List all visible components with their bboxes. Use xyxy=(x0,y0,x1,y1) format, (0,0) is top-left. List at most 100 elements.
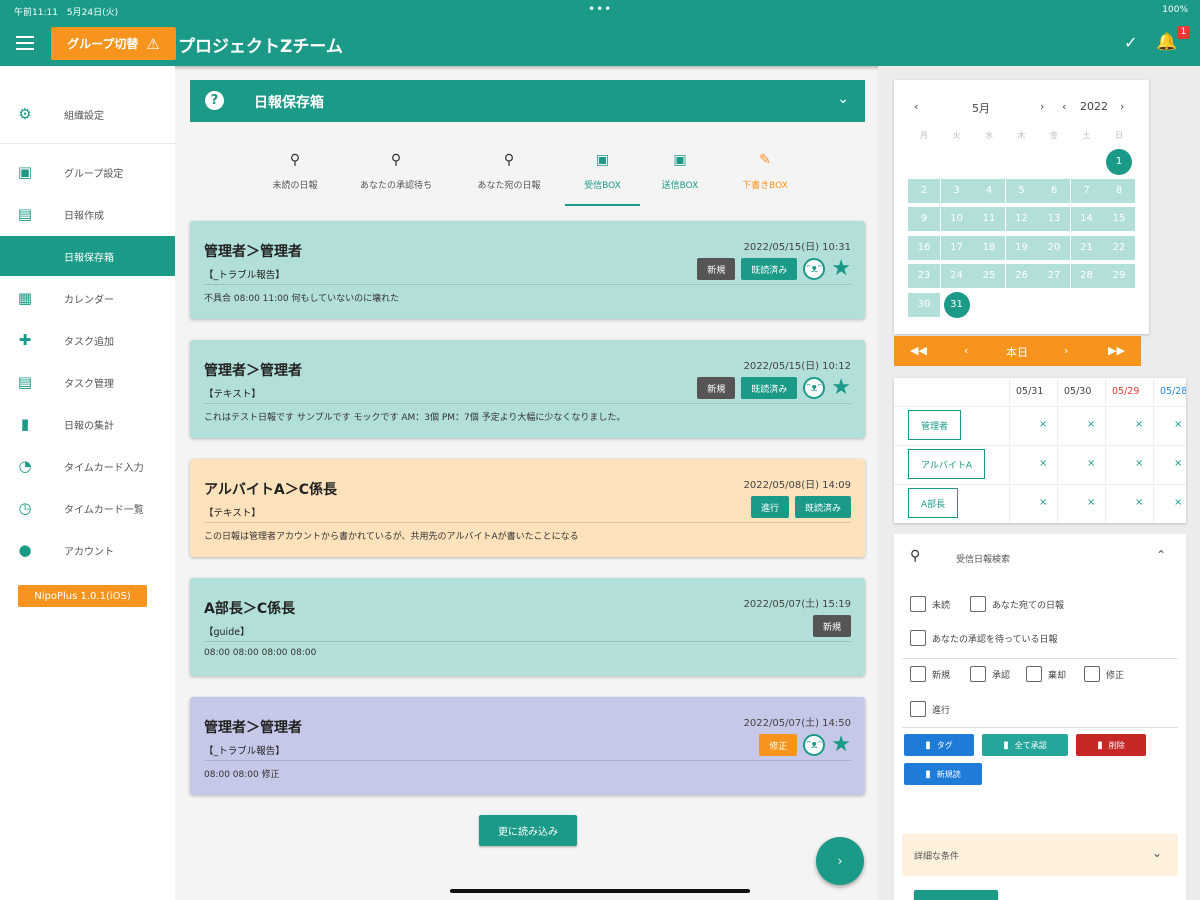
group-switch-button[interactable]: グループ切替 ⚠ xyxy=(51,27,176,60)
sidebar-item-add-task[interactable]: ✚ タスク追加 xyxy=(0,320,175,360)
table-cell[interactable]: × xyxy=(1039,458,1047,469)
calendar-day[interactable]: 20 xyxy=(1038,235,1070,260)
calendar-day[interactable]: 2 xyxy=(908,178,940,203)
tag-button[interactable]: ▮ タグ xyxy=(904,734,974,756)
delete-button[interactable]: ▮ 削除 xyxy=(1076,734,1146,756)
person-button[interactable]: アルバイトA xyxy=(908,449,986,479)
calendar-day[interactable]: 3 xyxy=(940,178,973,203)
checkbox[interactable] xyxy=(1026,666,1042,682)
approve-all-button[interactable]: ▮ 全て承認 xyxy=(982,734,1068,756)
calendar-day[interactable]: 23 xyxy=(908,264,940,288)
menu-icon[interactable] xyxy=(16,36,34,50)
sidebar-item-report-box[interactable]: 日報保存箱 xyxy=(0,236,175,276)
multitask-dots[interactable]: ••• xyxy=(588,2,612,16)
face-icon[interactable]: ᵔᴥᵔ xyxy=(803,734,826,756)
calendar-day[interactable]: 17 xyxy=(940,235,973,260)
calendar-day[interactable]: 11 xyxy=(973,207,1005,231)
sidebar-item-account[interactable]: ● アカウント xyxy=(0,530,175,570)
tab-awaiting-approval[interactable]: ⚲ あなたの承認待ち xyxy=(350,148,442,206)
table-cell[interactable]: × xyxy=(1135,497,1143,508)
search-panel-header[interactable]: ⚲ 受信日報検索 ⌃ xyxy=(894,534,1186,580)
tab-unread[interactable]: ⚲ 未読の日報 xyxy=(250,148,340,206)
star-icon[interactable]: ★ xyxy=(831,377,851,399)
calendar-day[interactable]: 12 xyxy=(1005,207,1038,231)
first-page-icon[interactable]: ◀◀ xyxy=(910,344,927,357)
table-cell[interactable]: × xyxy=(1039,419,1047,430)
person-button[interactable]: 管理者 xyxy=(908,410,962,440)
sidebar-item-timecard-list[interactable]: ◷ タイムカード一覧 xyxy=(0,488,175,528)
calendar-day[interactable]: 16 xyxy=(908,235,940,260)
calendar-day[interactable]: 7 xyxy=(1070,178,1103,203)
checkbox[interactable] xyxy=(1084,666,1100,682)
face-icon[interactable]: ᵔᴥᵔ xyxy=(803,377,826,399)
calendar-day[interactable]: 6 xyxy=(1038,178,1070,203)
report-card[interactable]: 管理者＞管理者 【テキスト】 これはテスト日報です サンプルです モックです A… xyxy=(190,340,865,438)
calendar-day[interactable]: 26 xyxy=(1005,264,1038,288)
help-icon[interactable]: ? xyxy=(205,91,224,110)
table-cell[interactable]: × xyxy=(1039,497,1047,508)
load-more-button[interactable]: 更に読み込み xyxy=(479,815,577,846)
last-page-icon[interactable]: ▶▶ xyxy=(1108,344,1125,357)
next-page-icon[interactable]: › xyxy=(1064,344,1068,357)
table-cell[interactable]: × xyxy=(1135,419,1143,430)
report-card[interactable]: 管理者＞管理者 【_トラブル報告】 08:00 08:00 修正 2022/05… xyxy=(190,697,865,795)
tab-outbox[interactable]: ▣ 送信BOX xyxy=(640,148,720,206)
calendar-day[interactable]: 4 xyxy=(973,178,1005,203)
checkbox-awaiting[interactable]: あなたの承認を待っている日報 xyxy=(910,630,1058,646)
table-cell[interactable]: × xyxy=(1174,458,1182,469)
calendar-day[interactable]: 29 xyxy=(1103,264,1135,288)
tab-addressed-to-you[interactable]: ⚲ あなた宛の日報 xyxy=(464,148,554,206)
tab-inbox[interactable]: ▣ 受信BOX xyxy=(565,148,640,206)
table-cell[interactable]: × xyxy=(1174,497,1182,508)
report-box-header[interactable]: ? 日報保存箱 ⌄ xyxy=(190,80,865,122)
face-icon[interactable]: ᵔᴥᵔ xyxy=(803,258,826,280)
sidebar-item-task-management[interactable]: ▤ タスク管理 xyxy=(0,362,175,402)
prev-month-icon[interactable]: ‹ xyxy=(914,100,918,113)
checkbox-approved[interactable]: 承認 xyxy=(970,666,1010,682)
checkbox[interactable] xyxy=(910,701,926,717)
sidebar-item-timecard-input[interactable]: ◔ タイムカード入力 xyxy=(0,446,175,486)
calendar-day[interactable]: 21 xyxy=(1070,235,1103,260)
checkbox[interactable] xyxy=(910,666,926,682)
calendar-day[interactable]: 5 xyxy=(1005,178,1038,203)
calendar-day[interactable]: 27 xyxy=(1038,264,1070,288)
calendar-day[interactable]: 18 xyxy=(973,235,1005,260)
calendar-day[interactable]: 8 xyxy=(1103,178,1135,203)
prev-year-icon[interactable]: ‹ xyxy=(1062,100,1066,113)
report-card[interactable]: アルバイトA＞C係長 【テキスト】 この日報は管理者アカウントから書かれているが… xyxy=(190,459,865,557)
new-read-button[interactable]: ▮ 新規読 xyxy=(904,763,982,785)
calendar-day[interactable]: 9 xyxy=(908,207,940,231)
calendar-day[interactable]: 1 xyxy=(1106,149,1132,175)
checkbox-rejected[interactable]: 棄却 xyxy=(1026,666,1066,682)
advanced-conditions[interactable]: 詳細な条件 ⌄ xyxy=(902,834,1178,876)
check-icon[interactable]: ✓ xyxy=(1124,33,1137,52)
table-cell[interactable]: × xyxy=(1087,419,1095,430)
today-button[interactable]: 本日 xyxy=(1006,344,1028,360)
calendar-day[interactable]: 31 xyxy=(943,291,970,318)
checkbox-revision[interactable]: 修正 xyxy=(1084,666,1124,682)
prev-page-icon[interactable]: ‹ xyxy=(964,344,968,357)
sidebar-item-org-settings[interactable]: ⚙ 組織設定 xyxy=(0,94,175,134)
calendar-day[interactable]: 22 xyxy=(1103,235,1135,260)
checkbox[interactable] xyxy=(910,596,926,612)
fab-next-button[interactable]: › xyxy=(816,837,864,885)
calendar-day[interactable]: 30 xyxy=(908,292,940,317)
checkbox-in-progress[interactable]: 進行 xyxy=(910,701,950,717)
search-button[interactable]: ⚲ 検索 xyxy=(914,890,998,900)
next-month-icon[interactable]: › xyxy=(1040,100,1044,113)
chevron-down-icon[interactable]: ⌄ xyxy=(837,91,849,107)
bell-icon[interactable]: 🔔 xyxy=(1156,32,1177,52)
report-card[interactable]: 管理者＞管理者 【_トラブル報告】 不具合 08:00 11:00 何もしていな… xyxy=(190,221,865,319)
star-icon[interactable]: ★ xyxy=(831,258,851,280)
table-cell[interactable]: × xyxy=(1174,419,1182,430)
checkbox-new[interactable]: 新規 xyxy=(910,666,950,682)
sidebar-item-create-report[interactable]: ▤ 日報作成 xyxy=(0,194,175,234)
sidebar-item-group-settings[interactable]: ▣ グループ設定 xyxy=(0,152,175,192)
calendar-day[interactable]: 13 xyxy=(1038,207,1070,231)
chevron-up-icon[interactable]: ⌃ xyxy=(1156,548,1166,562)
report-card[interactable]: A部長＞C係長 【guide】 08:00 08:00 08:00 08:00 … xyxy=(190,578,865,676)
calendar-day[interactable]: 24 xyxy=(940,264,973,288)
checkbox[interactable] xyxy=(970,666,986,682)
table-cell[interactable]: × xyxy=(1087,458,1095,469)
calendar-day[interactable]: 14 xyxy=(1070,207,1103,231)
